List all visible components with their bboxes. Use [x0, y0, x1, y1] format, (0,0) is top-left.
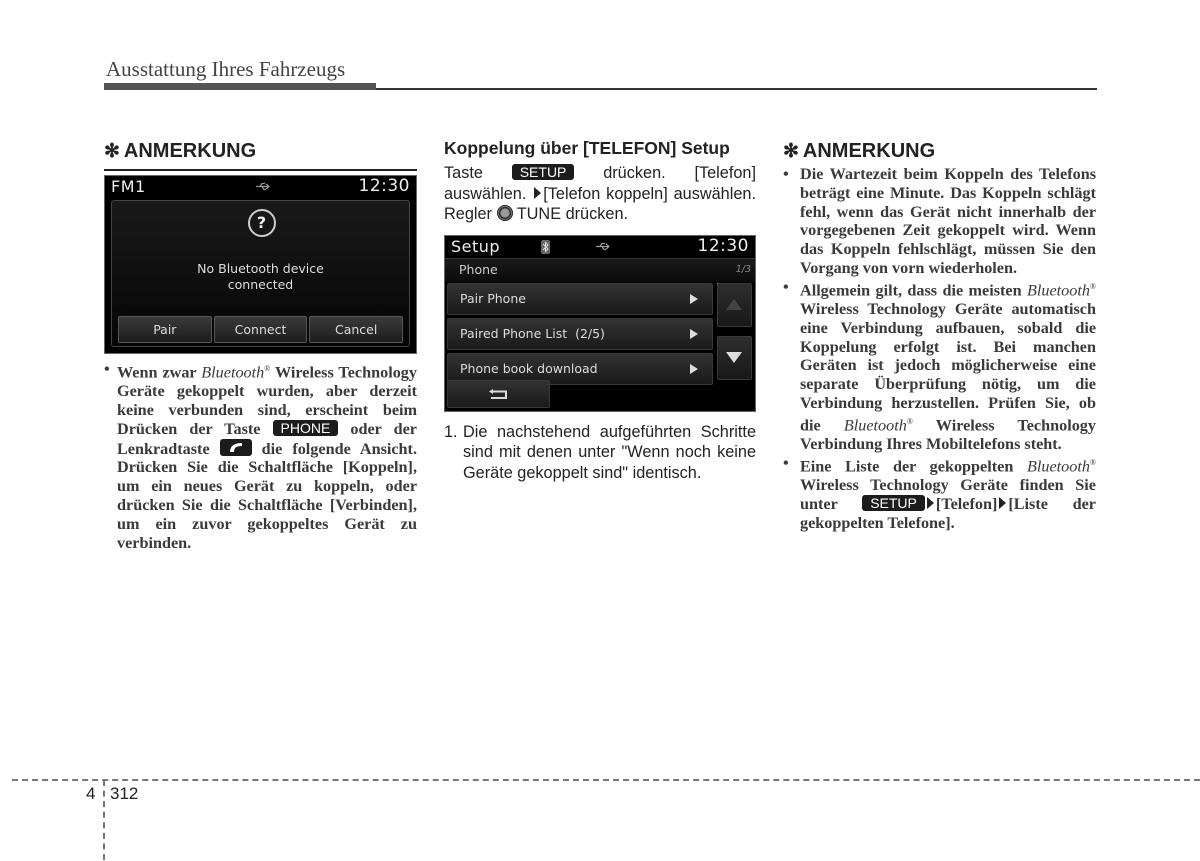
status-bar: FM1 12:30	[105, 176, 416, 198]
clock: 12:30	[697, 235, 749, 256]
note-bullet: • Allgemein gilt, dass die meisten Bluet…	[783, 278, 1096, 454]
page-header-title: Ausstattung Ihres Fahrzeugs	[106, 57, 346, 81]
text-span: Die Wartezeit beim Koppeln des Telefons …	[800, 165, 1096, 277]
text-span: Allgemein gilt, dass die meisten	[800, 281, 1027, 300]
source-label: FM1	[111, 177, 146, 196]
setup-key-badge: SETUP	[511, 164, 575, 180]
bullet-dot: •	[104, 360, 110, 378]
setup-key-badge: SETUP	[862, 494, 925, 511]
menu-item-label: Paired Phone List (2/5)	[460, 325, 605, 341]
note-heading-text: ANMERKUNG	[802, 140, 936, 162]
note-bullet: • Wenn zwar Bluetooth® Wireless Technolo…	[104, 360, 417, 552]
middle-column: Koppelung über [TELEFON] Setup Taste SET…	[444, 138, 756, 483]
chevron-right-icon	[690, 363, 698, 374]
bullet-dot: •	[783, 165, 789, 183]
back-button[interactable]	[447, 379, 550, 408]
tune-knob-icon	[496, 205, 513, 221]
usb-icon	[256, 182, 270, 191]
bluetooth-term: Bluetooth	[1026, 457, 1090, 476]
registered-mark: ®	[1089, 281, 1096, 291]
menu-item-pair-phone[interactable]: Pair Phone	[447, 282, 713, 315]
menu-item-label: Pair Phone	[460, 290, 526, 306]
bullet-dot: •	[783, 277, 789, 296]
chevron-right-icon	[690, 293, 698, 304]
text-span: TUNE drücken.	[512, 205, 629, 223]
header-rule-thin	[376, 88, 1097, 90]
status-bar: Setup 12:30	[445, 236, 755, 258]
step-item: 1. Die nachstehend aufgeführten Schritte…	[444, 422, 756, 484]
menu-item-paired-phone-list[interactable]: Paired Phone List (2/5)	[447, 317, 713, 350]
bullet-dot: •	[783, 453, 789, 472]
setup-phone-screen: Setup 12:30 Phone 1/3 Pair Phone Paired …	[444, 234, 756, 412]
footer-vertical-divider	[103, 780, 105, 860]
text-span: [Telefon]	[935, 494, 998, 513]
arrow-right-icon	[534, 186, 542, 199]
pair-button[interactable]: Pair	[118, 316, 212, 343]
dialog-buttons: Pair Connect Cancel	[118, 316, 404, 343]
intro-paragraph: Taste SETUP drücken. [Telefon] auswählen…	[444, 163, 756, 225]
note-heading: ✻ ANMERKUNG	[104, 138, 417, 171]
section-heading: Koppelung über [TELEFON] Setup	[444, 138, 730, 158]
text-span: Eine Liste der gekoppelten	[800, 457, 1027, 476]
dialog-message-line2: connected	[227, 277, 294, 292]
subheader-title: Phone	[459, 261, 498, 277]
left-column: ✻ ANMERKUNG FM1 12:30 ? No Bluetooth devi…	[104, 138, 417, 552]
screen-subheader: Phone 1/3	[445, 257, 755, 282]
arrow-down-icon[interactable]	[717, 335, 752, 380]
right-column: ✻ ANMERKUNG • Die Wartezeit beim Koppeln …	[783, 138, 1096, 532]
bluetooth-term: Bluetooth	[1026, 281, 1090, 300]
chevron-right-icon	[690, 328, 698, 339]
phone-call-icon	[219, 438, 252, 456]
page-number: 312	[110, 784, 139, 803]
note-bullet: • Die Wartezeit beim Koppeln des Telefon…	[783, 165, 1096, 278]
note-heading: ✻ ANMERKUNG	[783, 138, 1096, 165]
no-device-screen: FM1 12:30 ? No Bluetooth device connecte…	[104, 175, 417, 354]
bluetooth-icon	[541, 239, 550, 254]
cancel-button[interactable]: Cancel	[309, 316, 404, 343]
back-icon	[489, 388, 507, 399]
menu-item-label: Phone book download	[460, 360, 598, 376]
dialog-message-line1: No Bluetooth device	[197, 261, 324, 276]
header-rule-thick	[104, 83, 376, 90]
arrow-right-icon	[926, 496, 934, 509]
bluetooth-term: Bluetooth	[201, 363, 265, 382]
page-indicator: 1/3	[735, 263, 751, 275]
step-text: Die nachstehend aufgeführten Schritte si…	[463, 422, 756, 482]
dialog-message: No Bluetooth device connected	[112, 261, 409, 293]
bluetooth-term: Bluetooth	[843, 416, 907, 435]
text-span: Taste	[444, 164, 512, 182]
registered-mark: ®	[1089, 457, 1096, 467]
note-bullet: • Eine Liste der gekoppelten Bluetooth® …	[783, 454, 1096, 533]
note-star-icon: ✻	[783, 141, 799, 162]
menu-list: Pair Phone Paired Phone List (2/5) Phone…	[447, 282, 713, 388]
bluetooth-dialog: ? No Bluetooth device connected Pair Con…	[111, 200, 410, 347]
usb-icon	[596, 242, 610, 250]
text-span: Wenn zwar	[117, 363, 202, 382]
note-star-icon: ✻	[104, 141, 120, 162]
step-number: 1.	[444, 422, 458, 441]
footer-divider	[12, 779, 1200, 781]
note-heading-text: ANMERKUNG	[123, 140, 257, 162]
text-span: Wireless Technology Geräte automatisch e…	[800, 299, 1096, 435]
chapter-number: 4	[86, 784, 96, 803]
clock: 12:30	[358, 176, 410, 196]
arrow-up-icon[interactable]	[717, 282, 752, 327]
question-icon: ?	[247, 209, 276, 237]
phone-key-badge: PHONE	[272, 419, 339, 436]
screen-title: Setup	[451, 236, 501, 256]
connect-button[interactable]: Connect	[213, 316, 308, 343]
arrow-right-icon	[999, 496, 1007, 509]
